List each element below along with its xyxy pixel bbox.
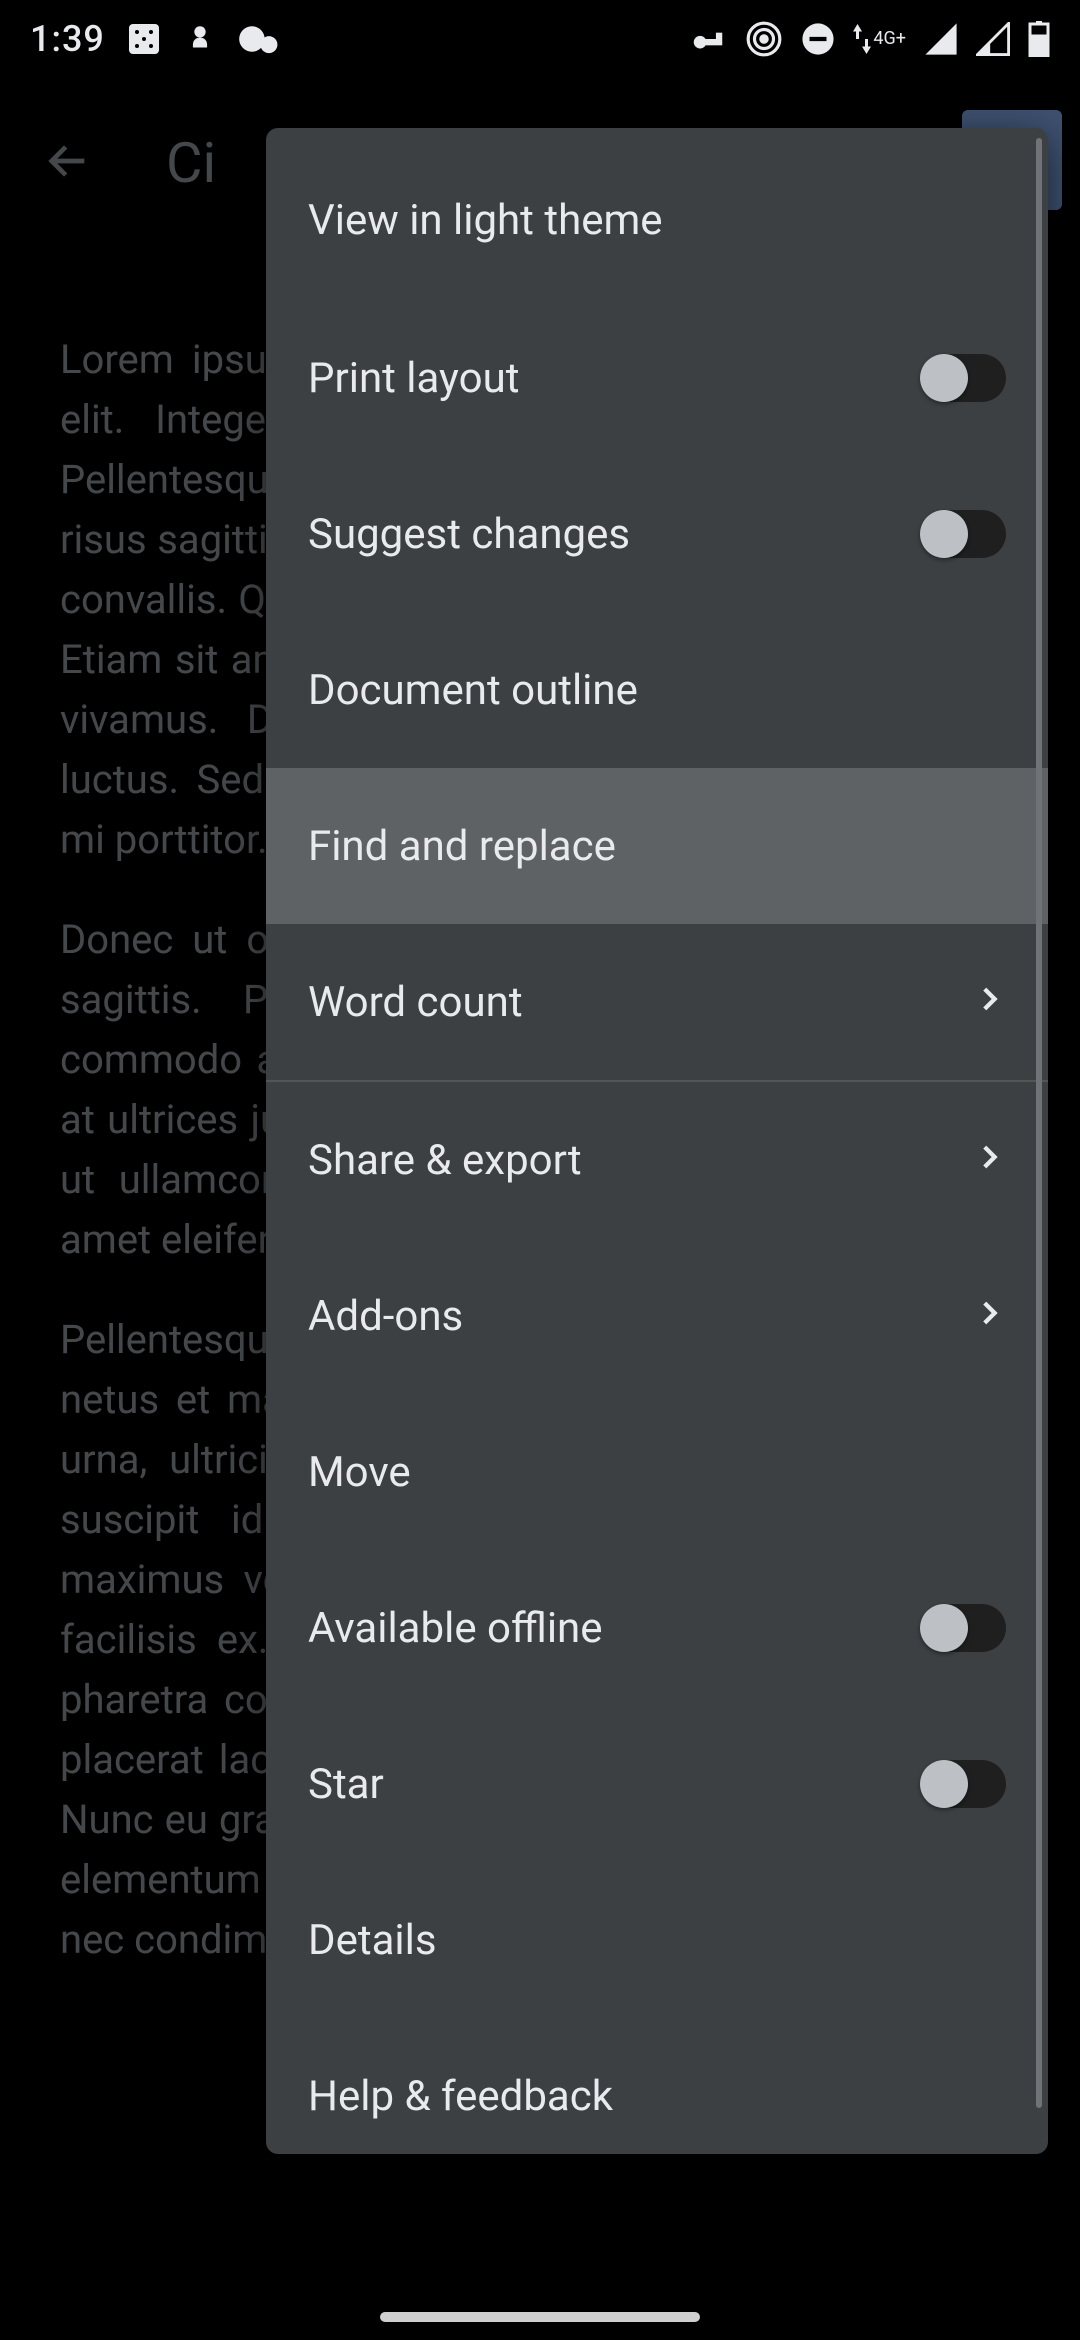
status-bar: 1:39 4G+ — [0, 0, 1080, 78]
available-offline-toggle[interactable] — [920, 1604, 1006, 1652]
menu-label: Print layout — [308, 354, 920, 403]
menu-help-feedback[interactable]: Help & feedback — [266, 2018, 1048, 2154]
menu-label: Star — [308, 1760, 920, 1809]
overflow-menu: View in light theme Print layout Suggest… — [266, 128, 1048, 2154]
star-toggle[interactable] — [920, 1760, 1006, 1808]
menu-label: Help & feedback — [308, 2072, 1006, 2121]
menu-label: Move — [308, 1448, 1006, 1497]
app-icon — [183, 22, 217, 56]
battery-icon — [1028, 21, 1050, 57]
mobile-data-icon: 4G+ — [853, 24, 906, 54]
chevron-right-icon — [972, 1136, 1006, 1185]
menu-document-outline[interactable]: Document outline — [266, 612, 1048, 768]
menu-word-count[interactable]: Word count — [266, 924, 1048, 1080]
menu-scrollbar[interactable] — [1036, 138, 1042, 2108]
menu-view-light-theme[interactable]: View in light theme — [266, 128, 1048, 300]
menu-label: Find and replace — [308, 822, 1006, 871]
print-layout-toggle[interactable] — [920, 354, 1006, 402]
menu-details[interactable]: Details — [266, 1862, 1048, 2018]
menu-share-export[interactable]: Share & export — [266, 1082, 1048, 1238]
menu-label: Details — [308, 1916, 1006, 1965]
menu-label: Suggest changes — [308, 510, 920, 559]
menu-label: Share & export — [308, 1136, 972, 1185]
chevron-right-icon — [972, 978, 1006, 1027]
menu-move[interactable]: Move — [266, 1394, 1048, 1550]
menu-available-offline[interactable]: Available offline — [266, 1550, 1048, 1706]
menu-label: View in light theme — [308, 196, 1006, 245]
menu-find-replace[interactable]: Find and replace — [266, 768, 1048, 924]
menu-label: Available offline — [308, 1604, 920, 1653]
signal-icon — [924, 22, 958, 56]
vpn-key-icon — [689, 20, 727, 58]
network-type: 4G+ — [873, 30, 906, 48]
menu-print-layout[interactable]: Print layout — [266, 300, 1048, 456]
app-icon — [239, 22, 279, 56]
menu-label: Document outline — [308, 666, 1006, 715]
chevron-right-icon — [972, 1292, 1006, 1341]
do-not-disturb-icon — [801, 22, 835, 56]
menu-star[interactable]: Star — [266, 1706, 1048, 1862]
suggest-changes-toggle[interactable] — [920, 510, 1006, 558]
menu-label: Word count — [308, 978, 972, 1027]
menu-suggest-changes[interactable]: Suggest changes — [266, 456, 1048, 612]
app-icon — [127, 22, 161, 56]
menu-label: Add-ons — [308, 1292, 972, 1341]
navigation-pill[interactable] — [380, 2312, 700, 2322]
signal-icon — [976, 22, 1010, 56]
clock: 1:39 — [30, 18, 105, 60]
menu-addons[interactable]: Add-ons — [266, 1238, 1048, 1394]
hotspot-icon — [745, 20, 783, 58]
